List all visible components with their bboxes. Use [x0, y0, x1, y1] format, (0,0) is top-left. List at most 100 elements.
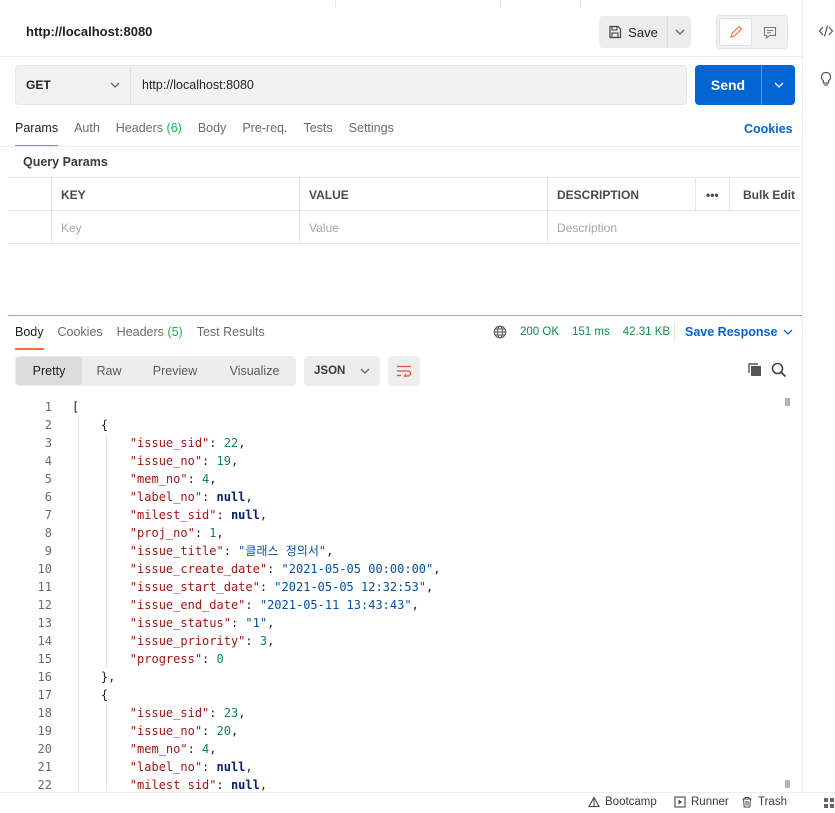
- send-dropdown-button[interactable]: [761, 65, 795, 105]
- line-number: 4: [44, 454, 52, 468]
- trash-button[interactable]: Trash: [741, 796, 787, 808]
- save-response-button[interactable]: Save Response: [685, 325, 793, 339]
- line-number: 12: [37, 598, 52, 612]
- tab-raw[interactable]: Raw: [82, 357, 136, 385]
- grid-icon[interactable]: [824, 798, 834, 808]
- tab-response-cookies[interactable]: Cookies: [58, 325, 103, 348]
- method-select[interactable]: GET: [16, 66, 131, 104]
- code-text: "mem_no": 4,: [129, 742, 217, 756]
- line-number: 10: [37, 562, 52, 576]
- tab-settings[interactable]: Settings: [349, 121, 394, 147]
- line-number: 14: [37, 634, 52, 648]
- comment-mode-button[interactable]: [754, 18, 785, 46]
- chevron-down-icon: [774, 82, 783, 88]
- key-input[interactable]: Key: [51, 211, 299, 244]
- tab-params[interactable]: Params: [15, 121, 59, 147]
- tab-test-results[interactable]: Test Results: [197, 325, 265, 348]
- tab-auth[interactable]: Auth: [74, 121, 100, 147]
- line-number: 7: [44, 508, 52, 522]
- pencil-icon: [729, 25, 742, 38]
- row-checkbox-cell: [8, 211, 51, 244]
- line-number: 17: [37, 688, 52, 702]
- value-input[interactable]: Value: [299, 211, 547, 244]
- code-text: {: [72, 688, 109, 702]
- code-text: "proj_no": 1,: [129, 526, 224, 540]
- tab-headers[interactable]: Headers (6): [116, 121, 182, 147]
- code-line: 16 },: [8, 668, 784, 686]
- line-number: 3: [44, 436, 52, 450]
- response-size[interactable]: 42.31 KB: [623, 326, 670, 338]
- tab-preview[interactable]: Preview: [136, 357, 214, 385]
- code-line: 1[: [8, 398, 784, 416]
- tab-tests[interactable]: Tests: [303, 121, 332, 147]
- line-number: 19: [37, 724, 52, 738]
- chevron-down-icon: [360, 368, 370, 374]
- status-code[interactable]: 200 OK: [520, 326, 559, 338]
- save-button[interactable]: Save: [599, 16, 667, 48]
- code-text: "issue_no": 20,: [129, 724, 239, 738]
- save-icon: [609, 25, 622, 39]
- code-line: 11 "issue_start_date": "2021-05-05 12:32…: [8, 578, 784, 596]
- runner-button[interactable]: Runner: [674, 796, 729, 808]
- url-input[interactable]: http://localhost:8080: [131, 78, 254, 92]
- code-text: "milest_sid": null,: [129, 778, 268, 791]
- view-mode-tabs: Pretty Raw Preview Visualize: [15, 356, 296, 386]
- code-line: 10 "issue_create_date": "2021-05-05 00:0…: [8, 560, 784, 578]
- query-params-title: Query Params: [23, 155, 108, 169]
- line-number: 1: [44, 400, 52, 414]
- tab[interactable]: [500, 0, 580, 8]
- cookies-link[interactable]: Cookies: [744, 122, 793, 136]
- checkbox-column: [8, 178, 51, 211]
- line-number: 11: [37, 580, 52, 594]
- tab-pretty[interactable]: Pretty: [16, 357, 82, 385]
- request-title[interactable]: http://localhost:8080: [26, 24, 152, 39]
- tab[interactable]: [580, 0, 802, 8]
- code-line: 20 "mem_no": 4,: [8, 740, 784, 758]
- response-divider[interactable]: [8, 315, 802, 316]
- chevron-down-icon: [783, 329, 793, 335]
- line-number: 13: [37, 616, 52, 630]
- lightbulb-icon[interactable]: [819, 71, 833, 87]
- wrap-lines-button[interactable]: [388, 356, 420, 386]
- save-response-label: Save Response: [685, 325, 778, 339]
- tab-visualize[interactable]: Visualize: [214, 357, 295, 385]
- code-icon[interactable]: [818, 24, 834, 38]
- bulk-edit-button[interactable]: Bulk Edit: [729, 178, 802, 211]
- code-line: 6 "label_no": null,: [8, 488, 784, 506]
- tab-pre-request[interactable]: Pre-req.: [242, 121, 287, 147]
- divider: [0, 146, 802, 147]
- description-input[interactable]: Description: [547, 211, 802, 244]
- line-number: 9: [44, 544, 52, 558]
- code-text: "label_no": null,: [129, 760, 253, 774]
- code-line: 19 "issue_no": 20,: [8, 722, 784, 740]
- code-line: 14 "issue_priority": 3,: [8, 632, 784, 650]
- code-line: 4 "issue_no": 19,: [8, 452, 784, 470]
- column-value: VALUE: [299, 178, 547, 211]
- code-line: 18 "issue_sid": 23,: [8, 704, 784, 722]
- code-line: 7 "milest_sid": null,: [8, 506, 784, 524]
- tab[interactable]: [335, 0, 500, 8]
- code-line: 17 {: [8, 686, 784, 704]
- code-text: "milest_sid": null,: [129, 508, 268, 522]
- response-body-editor[interactable]: 1[2 {3 "issue_sid": 22, 4 "issue_no": 19,…: [8, 396, 794, 791]
- save-dropdown-button[interactable]: [667, 16, 691, 48]
- response-time[interactable]: 151 ms: [572, 326, 610, 338]
- response-tabs: Body Cookies Headers (5) Test Results: [15, 325, 279, 350]
- tab-body[interactable]: Body: [198, 121, 227, 147]
- editor-scrollbar[interactable]: [784, 398, 792, 788]
- send-button[interactable]: Send: [695, 65, 761, 105]
- globe-icon[interactable]: [493, 325, 507, 339]
- edit-mode-button[interactable]: [719, 18, 752, 46]
- code-line: 8 "proj_no": 1,: [8, 524, 784, 542]
- code-line: 2 {: [8, 416, 784, 434]
- tab-response-body[interactable]: Body: [15, 325, 44, 350]
- tab-strip: [0, 0, 835, 8]
- send-button-group: Send: [695, 65, 795, 105]
- search-icon[interactable]: [771, 362, 787, 378]
- format-select[interactable]: JSON: [304, 356, 380, 386]
- code-line: 13 "issue_status": "1",: [8, 614, 784, 632]
- more-options-button[interactable]: •••: [695, 178, 729, 211]
- copy-icon[interactable]: [747, 362, 763, 378]
- bootcamp-button[interactable]: Bootcamp: [588, 796, 657, 808]
- tab-response-headers[interactable]: Headers (5): [117, 325, 183, 348]
